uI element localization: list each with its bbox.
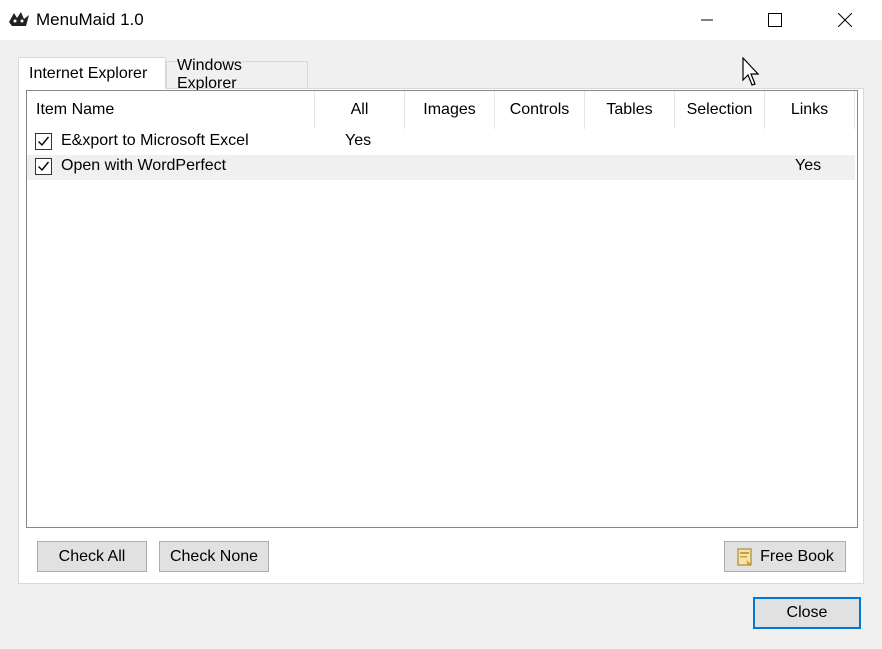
tab-label: Internet Explorer	[29, 64, 148, 82]
column-header-links[interactable]: Links	[765, 91, 855, 129]
item-links-value: Yes	[795, 157, 822, 174]
check-none-button[interactable]: Check None	[159, 541, 269, 572]
title-bar[interactable]: MenuMaid 1.0	[0, 0, 882, 40]
list-item[interactable]: Open with WordPerfect Yes	[27, 155, 855, 180]
column-header-images[interactable]: Images	[405, 91, 495, 129]
column-header-row: Item Name All Images Controls Tables Sel…	[27, 91, 857, 129]
free-book-button[interactable]: Free Book	[724, 541, 846, 572]
app-icon	[8, 10, 30, 28]
column-header-selection[interactable]: Selection	[675, 91, 765, 129]
check-all-button[interactable]: Check All	[37, 541, 147, 572]
item-checkbox[interactable]	[35, 133, 52, 150]
minimize-button[interactable]	[672, 0, 742, 40]
maximize-icon	[768, 13, 782, 27]
menu-items-list[interactable]: Item Name All Images Controls Tables Sel…	[26, 90, 858, 528]
item-name: E&xport to Microsoft Excel	[61, 132, 249, 149]
item-name: Open with WordPerfect	[61, 157, 227, 174]
close-button[interactable]: Close	[753, 597, 861, 629]
item-checkbox[interactable]	[35, 158, 52, 175]
tab-windows-explorer[interactable]: Windows Explorer	[166, 57, 308, 92]
book-icon	[736, 547, 754, 567]
item-all-value: Yes	[345, 132, 372, 149]
column-header-item-name[interactable]: Item Name	[27, 91, 315, 129]
tab-label: Windows Explorer	[177, 57, 242, 92]
maximize-button[interactable]	[740, 0, 810, 40]
minimize-icon	[701, 14, 713, 26]
window-title: MenuMaid 1.0	[36, 10, 144, 29]
close-window-button[interactable]	[810, 0, 880, 40]
column-header-tables[interactable]: Tables	[585, 91, 675, 129]
column-header-controls[interactable]: Controls	[495, 91, 585, 129]
close-icon	[838, 13, 852, 27]
tab-internet-explorer[interactable]: Internet Explorer	[18, 57, 166, 89]
list-item[interactable]: E&xport to Microsoft Excel Yes	[27, 130, 855, 155]
column-header-all[interactable]: All	[315, 91, 405, 129]
mouse-cursor-icon	[742, 56, 762, 92]
